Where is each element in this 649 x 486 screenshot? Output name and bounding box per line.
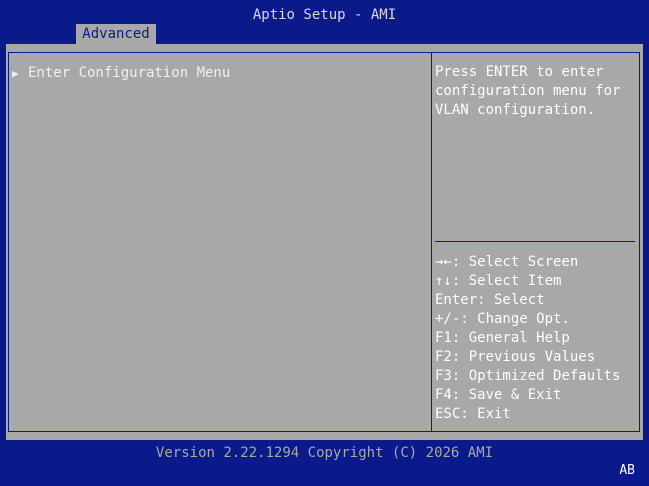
key-legend-item: ↑↓: Select Item — [435, 273, 562, 289]
menu-item-enter-configuration[interactable]: ▶ Enter Configuration Menu — [12, 64, 230, 82]
setup-title: Aptio Setup - AMI — [252, 7, 397, 23]
submenu-arrow-icon: ▶ — [12, 67, 19, 80]
key-legend-item: F2: Previous Values — [435, 349, 596, 365]
help-divider — [435, 241, 635, 242]
version-footer: Version 2.22.1294 Copyright (C) 2026 AMI — [155, 445, 494, 461]
status-badge: AB — [619, 463, 635, 478]
menu-item-label: Enter Configuration Menu — [28, 65, 231, 81]
tab-advanced[interactable]: Advanced — [76, 24, 156, 44]
key-legend-item: F4: Save & Exit — [435, 387, 562, 403]
bios-frame: Aptio Setup - AMI Advanced ▶ Enter Config… — [0, 0, 649, 486]
key-legend-item: F3: Optimized Defaults — [435, 368, 621, 384]
help-text: Press ENTER to enter configuration menu … — [435, 64, 629, 118]
key-legend-item: F1: General Help — [435, 330, 570, 346]
key-legend-item: Enter: Select — [435, 292, 545, 308]
key-legend-item: +/-: Change Opt. — [435, 311, 570, 327]
menu-pane: ▶ Enter Configuration Menu — [8, 52, 432, 432]
content-area: ▶ Enter Configuration Menu Press ENTER to… — [6, 44, 643, 440]
help-pane: Press ENTER to enter configuration menu … — [432, 52, 640, 432]
key-legend-item: ESC: Exit — [435, 406, 511, 422]
key-legend-item: →←: Select Screen — [435, 254, 579, 270]
key-legend: →←: Select Screen ↑↓: Select Item Enter:… — [435, 253, 620, 424]
